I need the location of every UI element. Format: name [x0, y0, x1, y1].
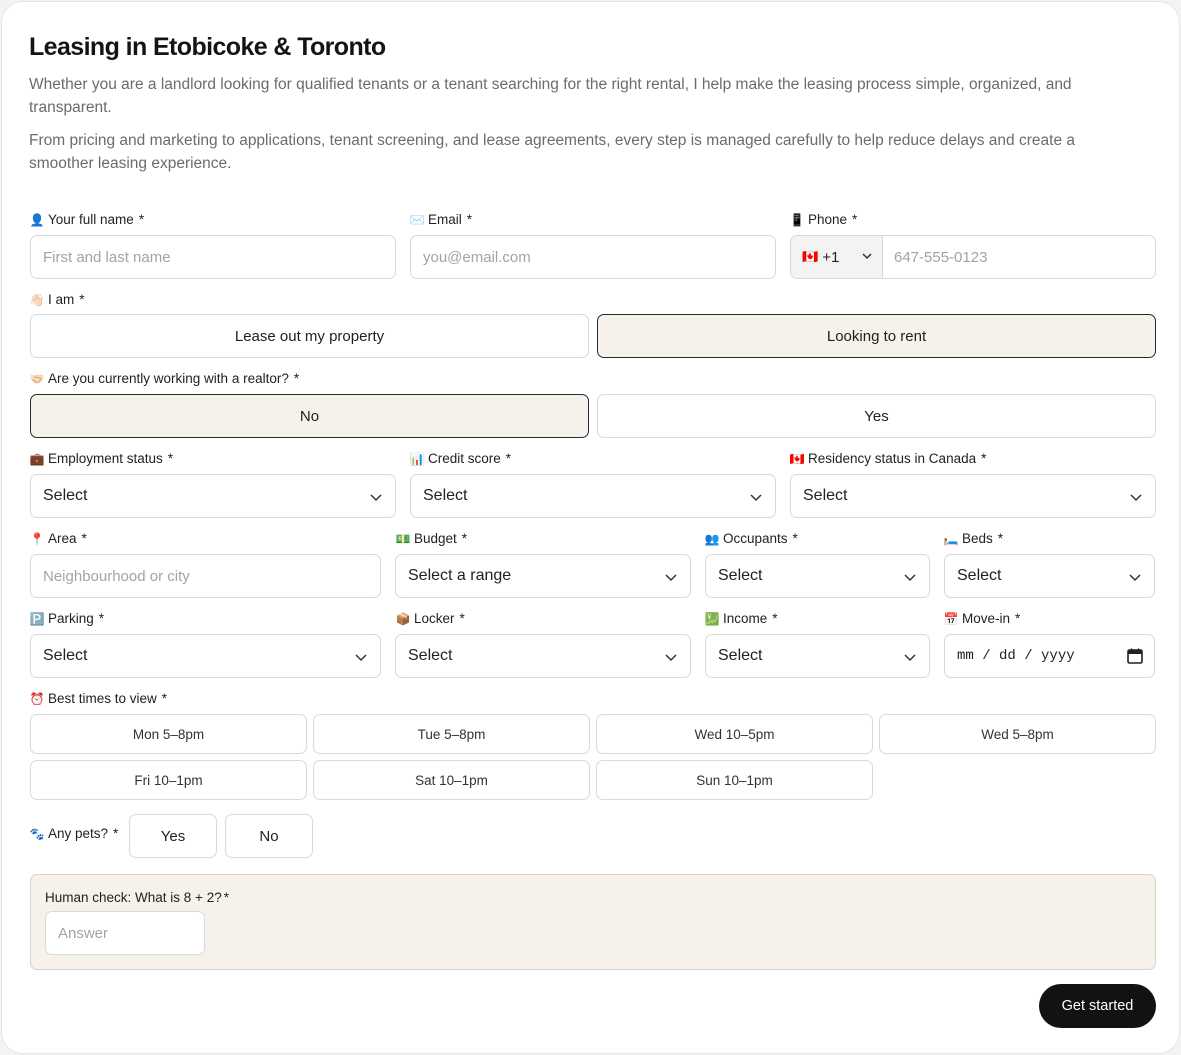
chevron-down-icon	[355, 654, 367, 662]
briefcase-icon: 💼	[29, 451, 45, 466]
full-name-input[interactable]	[30, 235, 396, 279]
time-chip-wed-day[interactable]: Wed 10–5pm	[596, 714, 873, 754]
alarm-clock-icon: ⏰	[29, 691, 45, 706]
phone-label: 📱 Phone *	[789, 212, 858, 227]
employment-status-label: 💼 Employment status *	[29, 451, 174, 466]
income-label: 💹 Income *	[704, 611, 778, 626]
phone-input[interactable]	[883, 236, 1155, 278]
credit-score-label: 📊 Credit score *	[409, 451, 512, 466]
paw-prints-icon: 🐾	[29, 826, 45, 841]
time-chip-tue[interactable]: Tue 5–8pm	[313, 714, 590, 754]
person-icon: 👤	[29, 212, 45, 227]
income-select[interactable]: Select	[705, 634, 930, 678]
leasing-form-card: Leasing in Etobicoke & Toronto Whether y…	[1, 1, 1180, 1054]
country-code-value: +1	[822, 248, 840, 266]
page-title: Leasing in Etobicoke & Toronto	[29, 33, 386, 61]
realtor-question-label: 🤝🏻 Are you currently working with a real…	[29, 371, 300, 386]
handshake-icon: 🤝🏻	[29, 371, 45, 386]
time-chip-sun[interactable]: Sun 10–1pm	[596, 760, 873, 800]
beds-label: 🛏️ Beds *	[943, 531, 1004, 546]
chevron-down-icon	[904, 654, 916, 662]
move-in-label: 📅 Move-in *	[943, 611, 1021, 626]
parking-icon: 🅿️	[29, 611, 45, 626]
budget-select[interactable]: Select a range	[395, 554, 691, 598]
time-chip-fri[interactable]: Fri 10–1pm	[30, 760, 307, 800]
realtor-yes-option[interactable]: Yes	[597, 394, 1156, 438]
parking-select[interactable]: Select	[30, 634, 381, 678]
people-icon: 👥	[704, 531, 720, 546]
locker-select[interactable]: Select	[395, 634, 691, 678]
time-chip-wed-evening[interactable]: Wed 5–8pm	[879, 714, 1156, 754]
chevron-down-icon	[665, 574, 677, 582]
chart-up-icon: 💹	[704, 611, 720, 626]
time-chip-mon[interactable]: Mon 5–8pm	[30, 714, 307, 754]
move-in-date-input[interactable]: mm / dd / yyyy	[944, 634, 1155, 678]
budget-label: 💵 Budget *	[395, 531, 468, 546]
get-started-button[interactable]: Get started	[1039, 984, 1156, 1028]
envelope-icon: ✉️	[409, 212, 425, 227]
best-times-label: ⏰ Best times to view *	[29, 691, 168, 706]
chevron-down-icon	[1130, 494, 1142, 502]
email-input[interactable]	[410, 235, 776, 279]
chevron-down-icon	[750, 494, 762, 502]
looking-to-rent-option[interactable]: Looking to rent	[597, 314, 1156, 358]
human-check-question: Human check: What is 8 + 2? *	[45, 890, 229, 905]
chevron-down-icon	[370, 494, 382, 502]
chevron-down-icon	[665, 654, 677, 662]
area-label: 📍 Area *	[29, 531, 87, 546]
mobile-phone-icon: 📱	[789, 212, 805, 227]
chevron-down-icon	[862, 253, 872, 260]
canada-flag-icon: 🇨🇦	[789, 451, 805, 466]
money-icon: 💵	[395, 531, 411, 546]
email-label: ✉️ Email *	[409, 212, 473, 227]
beds-select[interactable]: Select	[944, 554, 1155, 598]
residency-status-select[interactable]: Select	[790, 474, 1156, 518]
residency-status-label: 🇨🇦 Residency status in Canada *	[789, 451, 987, 466]
lease-out-property-option[interactable]: Lease out my property	[30, 314, 589, 358]
locker-label: 📦 Locker *	[395, 611, 465, 626]
location-pin-icon: 📍	[29, 531, 45, 546]
full-name-label: 👤 Your full name *	[29, 212, 145, 227]
occupants-label: 👥 Occupants *	[704, 531, 798, 546]
human-check-box: Human check: What is 8 + 2? *	[30, 874, 1156, 970]
occupants-select[interactable]: Select	[705, 554, 930, 598]
waving-hand-icon: 👋🏻	[29, 292, 45, 307]
employment-status-select[interactable]: Select	[30, 474, 396, 518]
pets-no-option[interactable]: No	[225, 814, 313, 858]
package-icon: 📦	[395, 611, 411, 626]
realtor-no-option[interactable]: No	[30, 394, 589, 438]
bar-chart-icon: 📊	[409, 451, 425, 466]
bed-icon: 🛏️	[943, 531, 959, 546]
time-chip-sat[interactable]: Sat 10–1pm	[313, 760, 590, 800]
chevron-down-icon	[1129, 574, 1141, 582]
intro-paragraph-2: From pricing and marketing to applicatio…	[29, 132, 1075, 172]
chevron-down-icon	[904, 574, 916, 582]
area-input[interactable]	[30, 554, 381, 598]
country-code-select[interactable]: 🇨🇦 +1	[791, 236, 883, 278]
i-am-label: 👋🏻 I am *	[29, 292, 85, 307]
human-check-answer-input[interactable]	[45, 911, 205, 955]
calendar-icon: 📅	[943, 611, 959, 626]
credit-score-select[interactable]: Select	[410, 474, 776, 518]
calendar-picker-icon[interactable]	[1126, 647, 1144, 665]
pets-label: 🐾 Any pets? *	[29, 826, 119, 841]
parking-label: 🅿️ Parking *	[29, 611, 105, 626]
phone-field: 🇨🇦 +1	[790, 235, 1156, 279]
canada-flag-icon: 🇨🇦	[802, 249, 819, 264]
pets-yes-option[interactable]: Yes	[129, 814, 217, 858]
intro-paragraph-1: Whether you are a landlord looking for q…	[29, 76, 1072, 116]
